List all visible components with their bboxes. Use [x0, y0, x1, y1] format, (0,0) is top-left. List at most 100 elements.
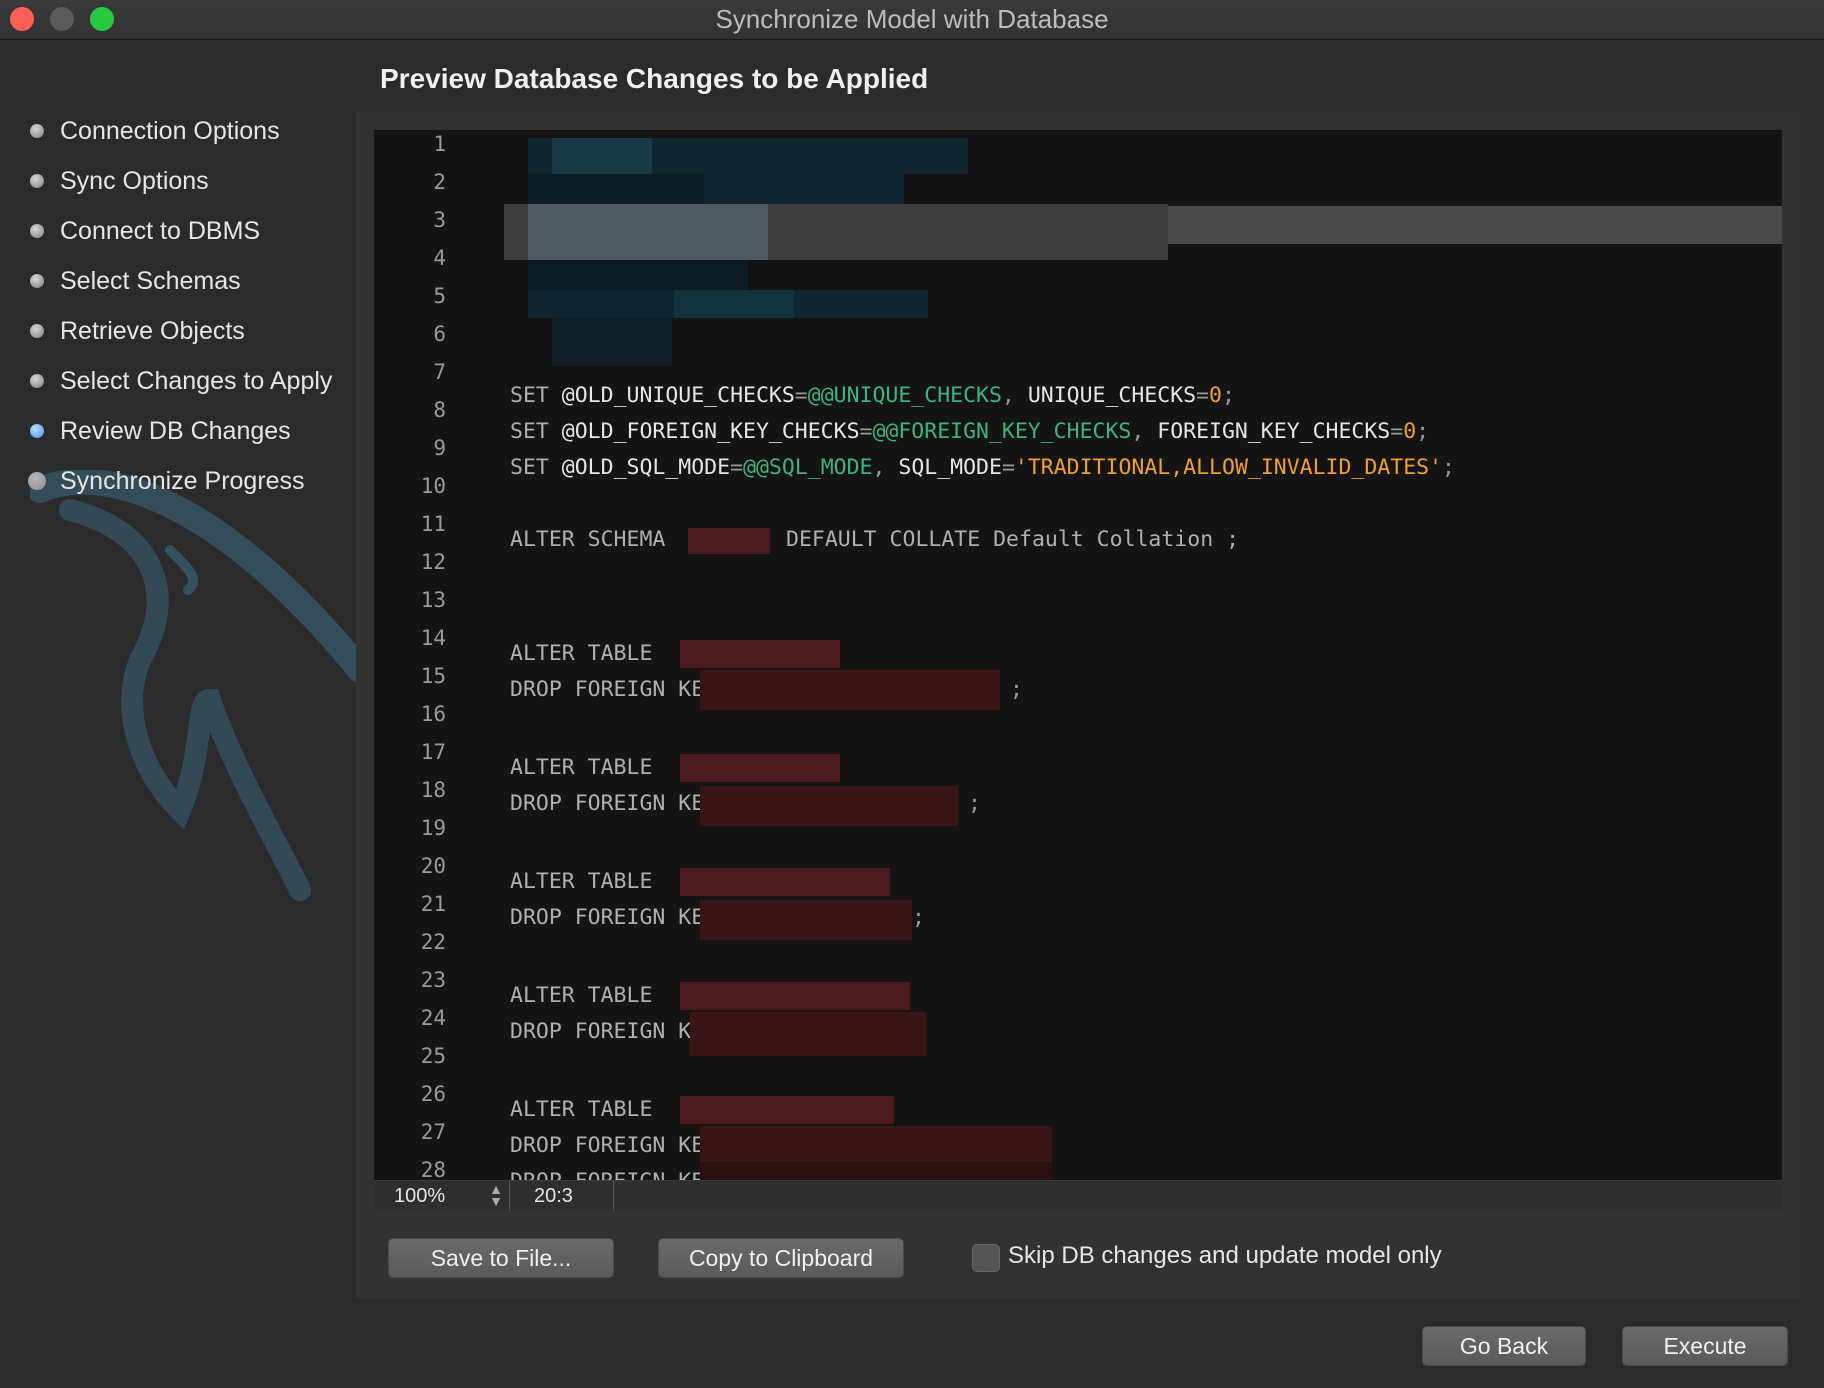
- sync-dialog-window: Synchronize Model with Database Connecti…: [0, 0, 1824, 1388]
- line-number: 10: [420, 474, 446, 498]
- code-line-23: ALTER TABLE: [510, 978, 652, 1014]
- sql-keyword: ALTER TABLE: [510, 641, 653, 666]
- line-number: 14: [420, 626, 446, 650]
- save-to-file-button[interactable]: Save to File...: [388, 1238, 614, 1278]
- line-number: 2: [433, 170, 446, 194]
- step-connection-options: Connection Options: [30, 111, 280, 151]
- sql-variable: SQL_MODE: [898, 455, 1002, 480]
- sql-separator: ,: [872, 455, 899, 480]
- skip-db-changes-checkbox[interactable]: [972, 1244, 1000, 1272]
- go-back-button[interactable]: Go Back: [1422, 1326, 1586, 1366]
- step-label: Select Changes to Apply: [60, 366, 333, 395]
- step-done-dot-icon: [30, 174, 44, 188]
- sql-keyword: DROP FOREIGN KEY: [510, 905, 718, 930]
- line-number: 6: [433, 322, 446, 346]
- step-select-schemas: Select Schemas: [30, 261, 241, 301]
- step-label: Connect to DBMS: [60, 216, 261, 245]
- line-number: 9: [433, 436, 446, 460]
- editor-status-bar: 100% ▲ ▼ 20:3: [374, 1180, 1782, 1211]
- sql-variable: @OLD_UNIQUE_CHECKS: [561, 383, 795, 408]
- step-sync-options: Sync Options: [30, 161, 209, 201]
- redacted-foreign-key-name: [700, 786, 958, 826]
- sql-terminator: ;: [1442, 455, 1455, 480]
- line-number: 3: [433, 208, 446, 232]
- sql-operator: =: [859, 419, 873, 444]
- line-number: 20: [420, 854, 446, 878]
- sql-separator: ,: [1131, 419, 1158, 444]
- code-line-21-end: ;: [912, 900, 925, 936]
- code-line-15-end: ;: [1010, 672, 1023, 708]
- line-number: 28: [420, 1158, 446, 1180]
- redacted-table-name: [680, 1096, 894, 1124]
- sql-keyword: DROP FOREIGN KEY: [510, 1019, 718, 1044]
- sql-keyword: ALTER SCHEMA: [510, 527, 666, 552]
- step-label: Select Schemas: [60, 266, 241, 295]
- execute-button[interactable]: Execute: [1622, 1326, 1788, 1366]
- line-number: 23: [420, 968, 446, 992]
- sql-system-variable: @@SQL_MODE: [743, 455, 873, 480]
- zoom-level: 100%: [394, 1185, 446, 1207]
- line-number: 15: [420, 664, 446, 688]
- line-number: 24: [420, 1006, 446, 1030]
- zoom-stepper[interactable]: 100% ▲ ▼: [374, 1181, 510, 1211]
- sql-variable: UNIQUE_CHECKS: [1027, 383, 1197, 408]
- code-line-24: DROP FOREIGN KEY: [510, 1014, 717, 1050]
- redacted-foreign-key-name: [700, 670, 1000, 710]
- step-done-dot-icon: [30, 224, 44, 238]
- redacted-foreign-key-name: [690, 1012, 926, 1056]
- sql-terminator: ;: [968, 791, 981, 816]
- line-number: 1: [433, 132, 446, 156]
- sql-operator: =: [794, 383, 808, 408]
- redacted-table-name: [680, 868, 890, 896]
- line-number: 7: [433, 360, 446, 384]
- line-number: 11: [420, 512, 446, 536]
- sql-variable: @OLD_FOREIGN_KEY_CHECKS: [561, 419, 860, 444]
- line-number: 8: [433, 398, 446, 422]
- redacted-foreign-key-name: [700, 900, 912, 940]
- code-line-21: DROP FOREIGN KEY: [510, 900, 717, 936]
- sql-string: 'TRADITIONAL,ALLOW_INVALID_DATES': [1014, 455, 1443, 480]
- step-active-dot-icon: [30, 424, 44, 438]
- redacted-header-block: [504, 138, 1168, 368]
- sql-system-variable: @@UNIQUE_CHECKS: [807, 383, 1002, 408]
- code-line-12: ALTER SCHEMA: [510, 522, 665, 558]
- step-select-changes: Select Changes to Apply: [30, 361, 332, 401]
- code-line-10: SET @OLD_SQL_MODE=@@SQL_MODE, SQL_MODE='…: [510, 450, 1455, 486]
- code-line-18: DROP FOREIGN KEY: [510, 786, 717, 822]
- sql-operator: =: [1390, 419, 1404, 444]
- step-done-dot-icon: [30, 374, 44, 388]
- sql-keyword: DROP FOREIGN KEY: [510, 677, 718, 702]
- code-line-27: DROP FOREIGN KEY: [510, 1128, 717, 1164]
- sql-variable: FOREIGN_KEY_CHECKS: [1157, 419, 1391, 444]
- sql-operator: =: [1196, 383, 1210, 408]
- step-label: Connection Options: [60, 116, 280, 145]
- sql-terminator: ;: [912, 905, 925, 930]
- step-pending-dot-icon: [28, 472, 46, 490]
- sql-preview-editor[interactable]: 1 2 3 4 5 6 7 8 9 10 11 12 13 14 15 16 17 18 19 20 21 22 23 24 2…: [374, 130, 1782, 1180]
- sql-keyword: ALTER TABLE: [510, 869, 653, 894]
- sql-keyword: DROP FOREIGN KEY: [510, 791, 718, 816]
- redacted-table-name: [680, 754, 840, 782]
- line-number: 21: [420, 892, 446, 916]
- redacted-foreign-key-name: [700, 1162, 1052, 1180]
- sql-keyword: ALTER TABLE: [510, 755, 653, 780]
- code-line-9: SET @OLD_FOREIGN_KEY_CHECKS=@@FOREIGN_KE…: [510, 414, 1429, 450]
- line-number: 27: [420, 1120, 446, 1144]
- wizard-steps-sidebar: Connection Options Sync Options Connect …: [0, 40, 360, 1388]
- step-review-db-changes: Review DB Changes: [30, 411, 291, 451]
- sql-keyword: ALTER TABLE: [510, 983, 653, 1008]
- step-label: Synchronize Progress: [60, 466, 305, 495]
- line-number: 5: [433, 284, 446, 308]
- sql-keyword: SET: [510, 455, 549, 480]
- line-number: 16: [420, 702, 446, 726]
- sql-separator: ,: [1001, 383, 1028, 408]
- skip-db-changes-label[interactable]: Skip DB changes and update model only: [1008, 1242, 1442, 1270]
- step-retrieve-objects: Retrieve Objects: [30, 311, 245, 351]
- code-line-12-tail: DEFAULT COLLATE Default Collation ;: [786, 522, 1239, 558]
- step-label: Review DB Changes: [60, 416, 291, 445]
- code-line-8: SET @OLD_UNIQUE_CHECKS=@@UNIQUE_CHECKS, …: [510, 378, 1235, 414]
- line-number-gutter: 1 2 3 4 5 6 7 8 9 10 11 12 13 14 15 16 17 18 19 20 21 22 23 24 2…: [374, 130, 446, 1180]
- up-down-chevron-icon[interactable]: ▲ ▼: [489, 1182, 503, 1208]
- title-bar: Synchronize Model with Database: [0, 0, 1824, 40]
- copy-to-clipboard-button[interactable]: Copy to Clipboard: [658, 1238, 904, 1278]
